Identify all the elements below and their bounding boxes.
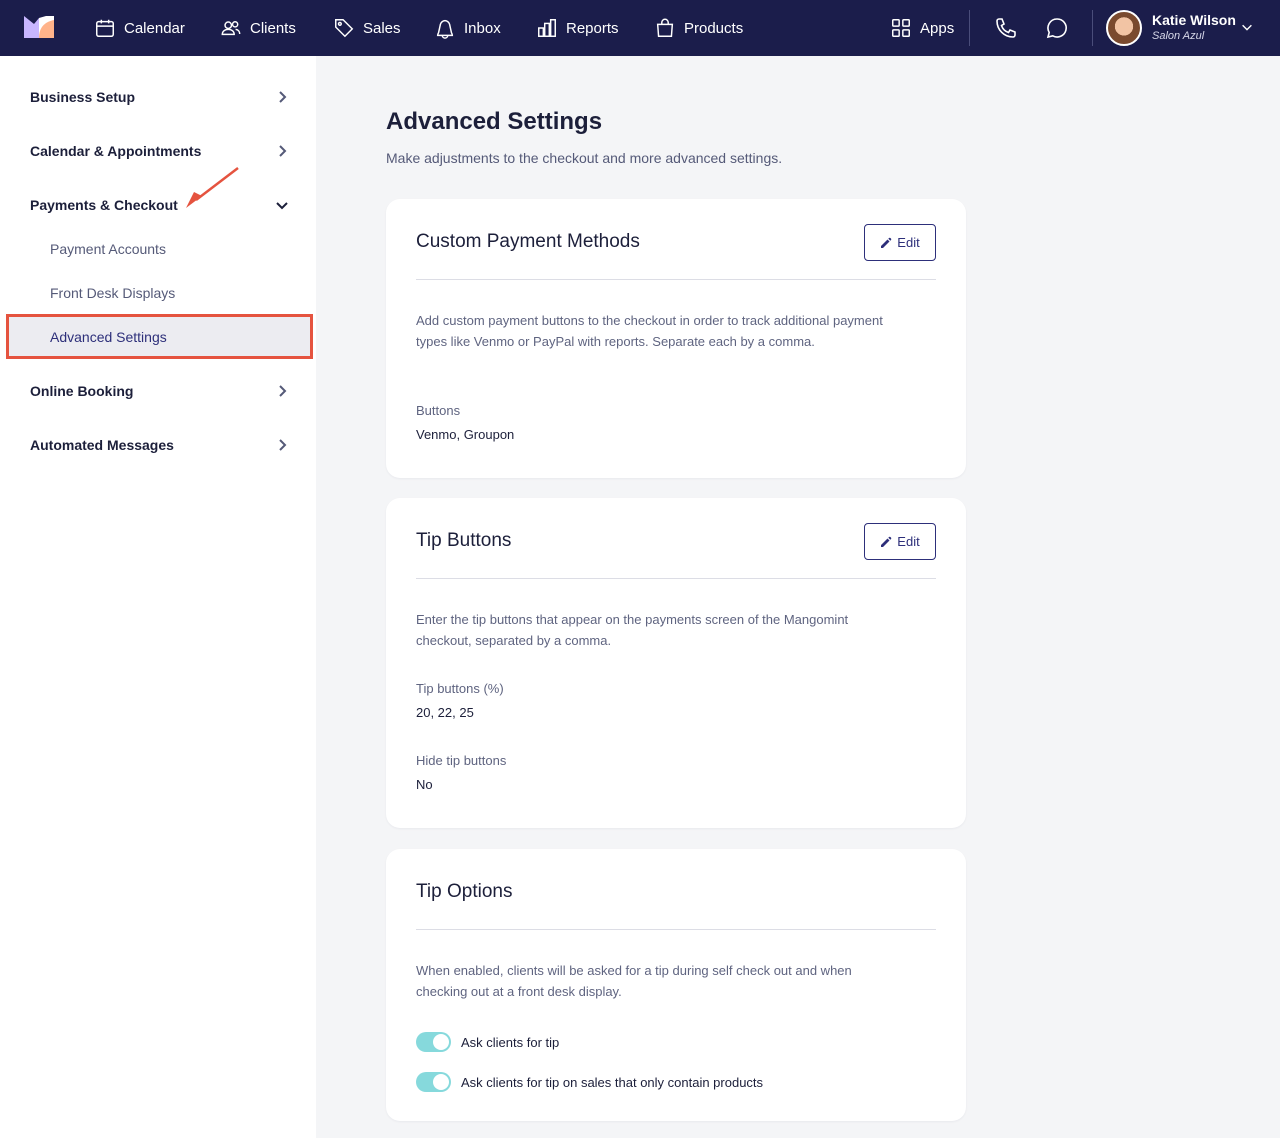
business-name: Salon Azul xyxy=(1152,30,1205,42)
divider xyxy=(969,10,970,46)
card-title: Tip Options xyxy=(416,881,513,902)
inbox-icon xyxy=(434,17,456,39)
divider xyxy=(416,929,936,930)
user-name[interactable]: Katie Wilson xyxy=(1152,12,1236,28)
mangomint-logo[interactable] xyxy=(24,16,54,38)
top-navigation-bar: Calendar Clients Sales Inbox Reports Pro… xyxy=(0,0,1280,56)
edit-button-label: Edit xyxy=(897,534,920,549)
sidebar-item-label: Online Booking xyxy=(30,383,134,399)
sidebar-item-label: Business Setup xyxy=(30,89,136,105)
card-title: Custom Payment Methods xyxy=(416,231,640,252)
calendar-icon xyxy=(94,17,116,39)
chevron-right-icon xyxy=(279,385,287,397)
chevron-right-icon xyxy=(279,91,287,103)
phone-icon[interactable] xyxy=(994,16,1018,40)
toggle-label: Ask clients for tip on sales that only c… xyxy=(461,1074,764,1090)
sidebar-item-payments-checkout[interactable]: Payments & Checkout xyxy=(30,195,290,215)
tag-icon xyxy=(333,17,355,39)
edit-button-label: Edit xyxy=(897,235,920,250)
chevron-down-icon xyxy=(276,202,288,210)
clients-icon xyxy=(220,17,242,39)
field-label: Buttons xyxy=(416,403,461,418)
nav-inbox[interactable]: Inbox xyxy=(434,0,501,56)
toggle-row: Ask clients for tip xyxy=(416,1032,559,1052)
sidebar-item-automated-messages[interactable]: Automated Messages xyxy=(30,435,290,455)
chevron-right-icon xyxy=(279,439,287,451)
avatar[interactable] xyxy=(1106,10,1142,46)
nav-label: Clients xyxy=(250,19,296,37)
sidebar-item-label: Payments & Checkout xyxy=(30,197,178,213)
bar-chart-icon xyxy=(536,17,558,39)
page-title: Advanced Settings xyxy=(386,108,603,135)
tip-options-card: Tip Options When enabled, clients will b… xyxy=(386,849,966,1121)
field-value: 20, 22, 25 xyxy=(416,705,474,720)
chevron-right-icon xyxy=(279,145,287,157)
shopping-bag-icon xyxy=(654,17,676,39)
ask-tip-toggle[interactable] xyxy=(416,1032,451,1052)
nav-label: Reports xyxy=(566,19,619,37)
nav-label: Calendar xyxy=(124,19,185,37)
annotation-arrow-icon xyxy=(186,167,239,208)
toggle-knob xyxy=(433,1034,449,1050)
sidebar-subitem-front-desk-displays[interactable]: Front Desk Displays xyxy=(50,285,175,301)
card-description: Enter the tip buttons that appear on the… xyxy=(416,612,849,648)
nav-products[interactable]: Products xyxy=(654,0,743,56)
nav-apps[interactable]: Apps xyxy=(890,0,954,56)
edit-button[interactable]: Edit xyxy=(864,523,936,560)
nav-reports[interactable]: Reports xyxy=(536,0,619,56)
pencil-icon xyxy=(881,536,892,547)
nav-clients[interactable]: Clients xyxy=(220,0,296,56)
toggle-row: Ask clients for tip on sales that only c… xyxy=(416,1072,763,1092)
sidebar-item-label: Automated Messages xyxy=(30,437,174,453)
edit-button[interactable]: Edit xyxy=(864,224,936,261)
field-label: Tip buttons (%) xyxy=(416,681,504,696)
sidebar-item-online-booking[interactable]: Online Booking xyxy=(30,381,290,401)
divider xyxy=(1092,10,1093,46)
divider xyxy=(416,578,936,579)
nav-calendar[interactable]: Calendar xyxy=(94,0,185,56)
pencil-icon xyxy=(881,237,892,248)
sidebar-subitem-advanced-settings[interactable]: Advanced Settings xyxy=(50,329,167,345)
toggle-label: Ask clients for tip xyxy=(461,1034,560,1050)
card-title: Tip Buttons xyxy=(416,530,512,551)
sidebar-item-label: Calendar & Appointments xyxy=(30,143,202,159)
nav-sales[interactable]: Sales xyxy=(333,0,401,56)
custom-payment-methods-card: Custom Payment Methods Edit Add custom p… xyxy=(386,199,966,478)
ask-tip-products-toggle[interactable] xyxy=(416,1072,451,1092)
apps-grid-icon xyxy=(890,17,912,39)
chevron-down-icon[interactable] xyxy=(1240,20,1254,34)
divider xyxy=(416,279,936,280)
page-subtitle: Make adjustments to the checkout and mor… xyxy=(386,150,783,166)
field-value: Venmo, Groupon xyxy=(416,427,515,442)
sidebar-subitem-payment-accounts[interactable]: Payment Accounts xyxy=(50,241,166,257)
toggle-knob xyxy=(433,1074,449,1090)
field-value: No xyxy=(416,777,433,792)
chat-icon[interactable] xyxy=(1045,16,1069,40)
nav-label: Inbox xyxy=(464,19,501,37)
card-description: Add custom payment buttons to the checko… xyxy=(416,313,883,349)
card-description: When enabled, clients will be asked for … xyxy=(416,963,852,999)
sidebar-item-calendar-appointments[interactable]: Calendar & Appointments xyxy=(30,141,290,161)
settings-sidebar: Business Setup Calendar & Appointments P… xyxy=(0,56,316,1138)
field-label: Hide tip buttons xyxy=(416,753,507,768)
nav-label: Products xyxy=(684,19,744,37)
nav-label: Apps xyxy=(920,19,955,37)
sidebar-item-business-setup[interactable]: Business Setup xyxy=(30,87,290,107)
nav-label: Sales xyxy=(363,19,401,37)
tip-buttons-card: Tip Buttons Edit Enter the tip buttons t… xyxy=(386,498,966,828)
